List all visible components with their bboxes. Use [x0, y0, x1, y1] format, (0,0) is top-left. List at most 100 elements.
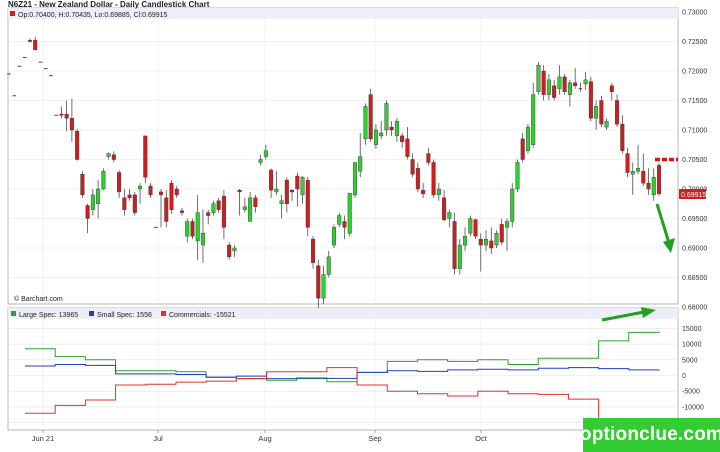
candle-body: [615, 100, 620, 125]
candle-body: [169, 182, 174, 210]
cot-y-tick: 10000: [682, 342, 702, 349]
legend-commercials: Commercials: -15521: [169, 312, 236, 319]
candle-body: [536, 64, 541, 92]
candle-body: [59, 113, 64, 116]
candle-body: [583, 79, 588, 85]
candle-body: [143, 135, 148, 178]
candle-body: [290, 189, 295, 193]
ohlc-info: Op:0.70400, H:0.70435, Lo:0.69885, Cl:0.…: [18, 12, 168, 19]
candle-body: [489, 240, 494, 249]
watermark-badge[interactable]: optionclue.com: [580, 418, 720, 452]
candle-body: [332, 227, 337, 246]
candle-body: [368, 94, 373, 140]
candle-body: [405, 138, 410, 157]
candle-body: [588, 81, 593, 119]
cot-y-tick: -10000: [682, 404, 704, 411]
candle-body: [352, 162, 357, 196]
price-y-tick: 0.69500: [682, 216, 707, 223]
candle-body: [531, 94, 536, 145]
candle-body: [552, 85, 557, 98]
candle-body: [562, 76, 567, 92]
cot-y-axis: 150001000050000-5000-10000-15000: [682, 326, 704, 427]
x-tick-label: Sep: [368, 434, 381, 443]
legend-small-spec: Small Spec: 1556: [97, 312, 152, 319]
candle-body: [646, 182, 651, 190]
candle-body: [64, 113, 69, 119]
candle-body: [237, 189, 242, 193]
candle-body: [657, 165, 662, 194]
candle-body: [206, 212, 211, 216]
candle-body: [541, 70, 546, 95]
candle-body: [358, 156, 363, 172]
candle-body: [311, 238, 316, 263]
chart-title: N6Z21 - New Zealand Dollar - Daily Candl…: [8, 0, 210, 9]
candle-body: [604, 120, 609, 128]
candle-body: [363, 106, 368, 140]
x-tick-label: Jul: [153, 434, 163, 443]
cot-y-tick: -5000: [682, 389, 700, 396]
price-y-tick: 0.69000: [682, 246, 707, 253]
price-y-tick: 0.68500: [682, 275, 707, 282]
legend-large-spec-swatch: [11, 311, 16, 316]
candle-body: [625, 153, 630, 173]
candle-body: [253, 197, 258, 207]
candle-body: [33, 40, 38, 50]
candle-body: [499, 224, 504, 243]
candle-body: [258, 159, 263, 163]
candle-body: [546, 79, 551, 95]
candle-body: [90, 194, 95, 210]
x-axis: Jun 21 Jul Aug Sep Oct: [32, 430, 488, 443]
candle-body: [27, 40, 32, 42]
candle-body: [457, 244, 462, 269]
candle-body: [594, 106, 599, 119]
price-y-tick: 0.68000: [682, 305, 707, 312]
candle-body: [326, 256, 331, 275]
candle-body: [510, 188, 515, 222]
last-price-label: 0.69915: [681, 192, 706, 199]
candle-body: [242, 206, 247, 210]
price-y-tick: 0.72500: [682, 39, 707, 46]
cot-y-tick: 5000: [682, 357, 698, 364]
legend-commercials-swatch: [161, 311, 166, 316]
chart-canvas: Op:0.70400, H:0.70435, Lo:0.69885, Cl:0.…: [7, 0, 707, 443]
candle-body: [227, 244, 232, 258]
candle-body: [106, 153, 111, 157]
price-y-axis: 0.73000 0.72500 0.72000 0.71500 0.71000 0.705…: [682, 10, 707, 312]
price-y-tick: 0.73000: [682, 10, 707, 17]
candle-body: [284, 179, 289, 204]
candle-body: [651, 176, 656, 196]
x-tick-label: Jun 21: [32, 434, 55, 443]
candle-body: [117, 172, 122, 193]
candle-body: [515, 162, 520, 190]
candle-body: [494, 233, 499, 246]
candle-body: [232, 247, 237, 252]
x-tick-label: Aug: [258, 434, 271, 443]
candle-body: [305, 179, 310, 228]
candle-body: [174, 188, 179, 196]
candle-body: [295, 175, 300, 190]
candle-body: [148, 185, 153, 196]
candle-body: [216, 200, 221, 210]
candle-body: [447, 212, 452, 219]
candle-body: [269, 169, 274, 191]
legend-small-spec-swatch: [89, 311, 94, 316]
candle-body: [400, 135, 405, 142]
price-y-tick: 0.71000: [682, 128, 707, 135]
candle-body: [122, 197, 127, 210]
candle-body: [179, 210, 184, 213]
candle-body: [96, 188, 101, 204]
candle-body: [384, 103, 389, 131]
candle-body: [80, 174, 85, 196]
candle-body: [211, 203, 216, 213]
candle-body: [337, 215, 342, 225]
candle-body: [185, 221, 190, 237]
candle-body: [279, 200, 284, 204]
candle-body: [127, 194, 132, 199]
price-y-tick: 0.72000: [682, 69, 707, 76]
candle-body: [468, 218, 473, 234]
copyright: © Barchart.com: [14, 295, 63, 303]
candle-body: [274, 188, 279, 193]
price-y-tick: 0.70500: [682, 157, 707, 164]
candle-body: [347, 192, 352, 234]
candle-body: [263, 150, 268, 157]
